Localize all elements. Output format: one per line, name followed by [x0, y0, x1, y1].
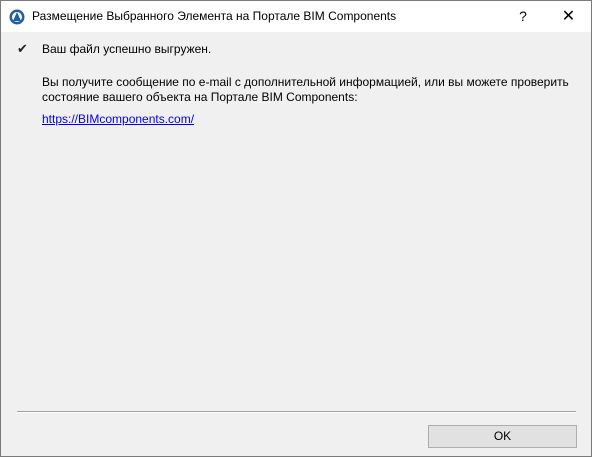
success-message: Ваш файл успешно выгружен.	[42, 42, 212, 56]
ok-button[interactable]: OK	[428, 425, 577, 448]
window-title: Размещение Выбранного Элемента на Портал…	[32, 9, 397, 23]
checkmark-icon: ✔	[17, 41, 28, 56]
help-button[interactable]: ?	[501, 1, 545, 32]
archicad-app-icon	[9, 9, 25, 25]
dialog-window: Размещение Выбранного Элемента на Портал…	[0, 0, 592, 457]
title-bar: Размещение Выбранного Элемента на Портал…	[1, 1, 591, 32]
close-button[interactable]: ✕	[546, 1, 591, 32]
info-message: Вы получите сообщение по e-mail с дополн…	[42, 75, 569, 104]
footer-divider	[17, 411, 576, 413]
bimcomponents-link[interactable]: https://BIMcomponents.com/	[42, 112, 194, 126]
